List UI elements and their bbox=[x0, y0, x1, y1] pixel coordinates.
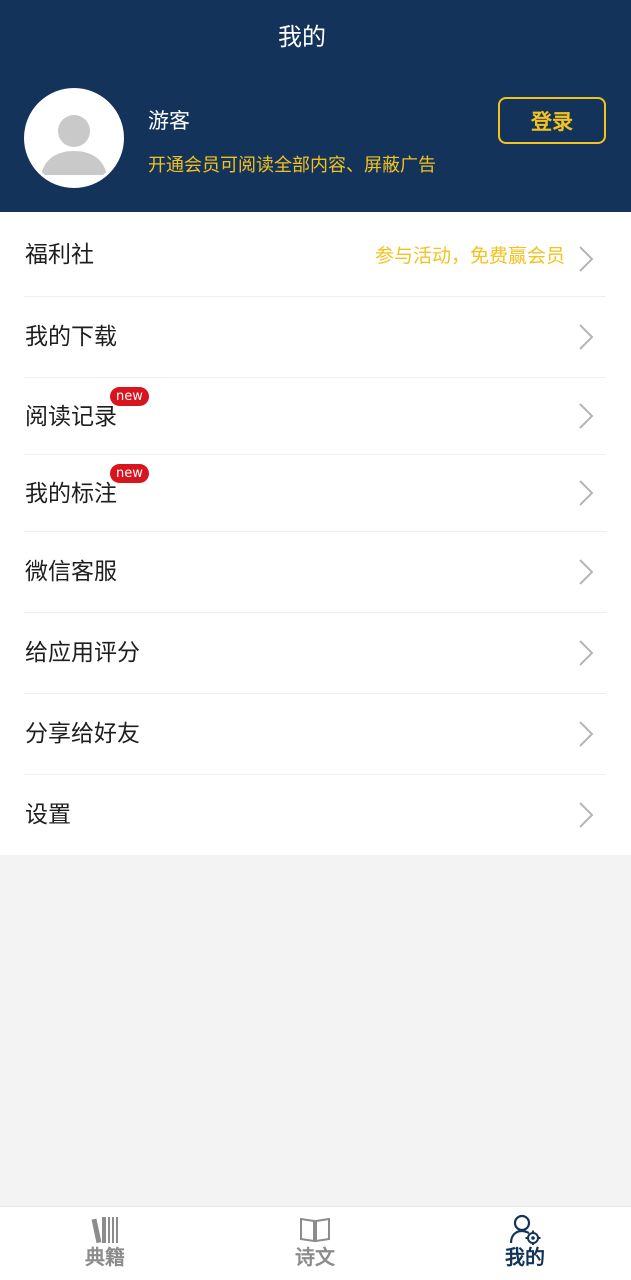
new-badge: new bbox=[110, 387, 149, 406]
chevron-right-icon bbox=[579, 802, 594, 828]
menu-item-label: 阅读记录 bbox=[25, 404, 117, 430]
tab-poetry[interactable]: 诗文 bbox=[210, 1207, 420, 1280]
menu-item-label: 分享给好友 bbox=[25, 721, 140, 747]
menu-item-label: 给应用评分 bbox=[25, 640, 140, 666]
menu-item-label: 福利社 bbox=[25, 242, 94, 268]
menu-item-welfare[interactable]: 福利社 参与活动，免费赢会员 bbox=[0, 212, 631, 296]
page-title: 我的 bbox=[278, 23, 326, 51]
menu-item-wechat-support[interactable]: 微信客服 bbox=[0, 532, 631, 612]
user-settings-icon bbox=[509, 1214, 541, 1245]
menu-list: 福利社 参与活动，免费赢会员 我的下载 阅读记录 new 我的标注 new 微信… bbox=[0, 212, 631, 855]
login-button[interactable]: 登录 bbox=[498, 97, 606, 144]
tab-classics[interactable]: 典籍 bbox=[0, 1207, 210, 1280]
username: 游客 bbox=[148, 109, 190, 133]
bottom-tab-bar: 典籍 诗文 我的 bbox=[0, 1206, 631, 1280]
menu-item-label: 我的下载 bbox=[25, 324, 117, 350]
books-icon bbox=[91, 1217, 118, 1244]
menu-item-label: 我的标注 bbox=[25, 481, 117, 507]
tab-label: 诗文 bbox=[295, 1245, 335, 1269]
avatar[interactable] bbox=[24, 88, 124, 188]
chevron-right-icon bbox=[579, 324, 594, 350]
tab-label: 典籍 bbox=[85, 1245, 125, 1269]
new-badge: new bbox=[110, 464, 149, 483]
vip-promo-text[interactable]: 开通会员可阅读全部内容、屏蔽广告 bbox=[148, 154, 436, 178]
menu-item-settings[interactable]: 设置 bbox=[0, 775, 631, 855]
profile-header: 我的 游客 开通会员可阅读全部内容、屏蔽广告 登录 bbox=[0, 0, 631, 212]
welfare-promo-text: 参与活动，免费赢会员 bbox=[374, 245, 565, 267]
menu-item-label: 微信客服 bbox=[25, 559, 117, 585]
tab-mine[interactable]: 我的 bbox=[420, 1207, 630, 1280]
menu-item-rate-app[interactable]: 给应用评分 bbox=[0, 613, 631, 693]
user-avatar-icon bbox=[27, 91, 121, 185]
open-book-icon bbox=[300, 1217, 330, 1243]
chevron-right-icon bbox=[579, 721, 594, 747]
menu-item-reading-history[interactable]: 阅读记录 new bbox=[0, 378, 631, 454]
chevron-right-icon bbox=[579, 480, 594, 506]
tab-label: 我的 bbox=[505, 1245, 545, 1269]
chevron-right-icon bbox=[579, 559, 594, 585]
menu-item-downloads[interactable]: 我的下载 bbox=[0, 297, 631, 377]
chevron-right-icon bbox=[579, 246, 594, 272]
menu-item-label: 设置 bbox=[25, 802, 71, 828]
menu-item-share[interactable]: 分享给好友 bbox=[0, 694, 631, 774]
chevron-right-icon bbox=[579, 403, 594, 429]
chevron-right-icon bbox=[579, 640, 594, 666]
menu-item-annotations[interactable]: 我的标注 new bbox=[0, 455, 631, 531]
